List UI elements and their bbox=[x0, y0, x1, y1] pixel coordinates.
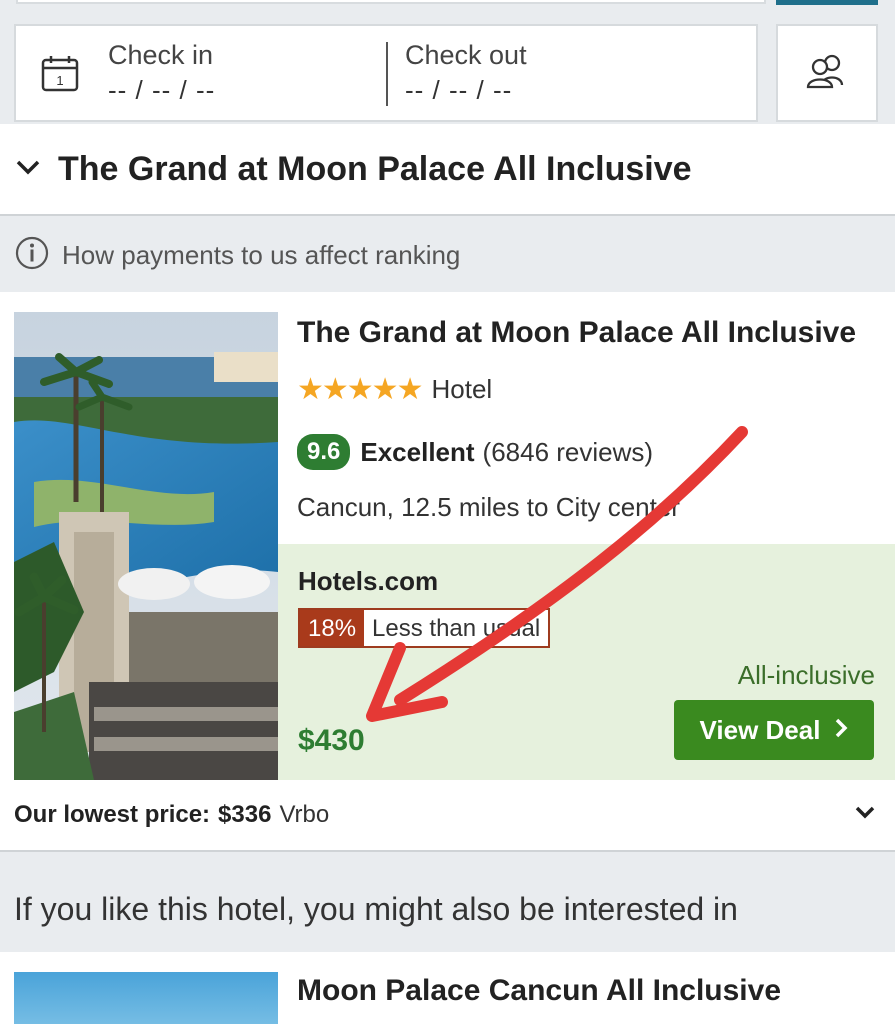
suggestions-heading: If you like this hotel, you might also b… bbox=[0, 866, 895, 952]
search-button-edge[interactable] bbox=[776, 0, 878, 5]
chevron-right-icon bbox=[834, 715, 848, 746]
discount-badge: 18% Less than usual bbox=[298, 608, 551, 648]
stars-icon: ★★★★★ bbox=[297, 373, 423, 406]
review-rating[interactable]: 9.6 Excellent (6846 reviews) bbox=[297, 434, 653, 470]
info-icon bbox=[14, 235, 50, 276]
star-rating: ★★★★★ Hotel bbox=[297, 372, 492, 407]
date-picker[interactable]: 1 Check in -- / -- / -- Check out -- / -… bbox=[14, 24, 758, 122]
suggested-hotel-name[interactable]: Moon Palace Cancun All Inclusive bbox=[297, 974, 781, 1008]
score-badge: 9.6 bbox=[297, 434, 351, 470]
suggestions-title: If you like this hotel, you might also b… bbox=[14, 890, 738, 927]
property-type: Hotel bbox=[431, 374, 493, 404]
calendar-icon: 1 bbox=[40, 54, 80, 99]
search-input-edge[interactable] bbox=[16, 0, 766, 4]
hotel-name[interactable]: The Grand at Moon Palace All Inclusive bbox=[297, 316, 856, 350]
hotel-photo[interactable] bbox=[14, 312, 278, 780]
svg-text:1: 1 bbox=[56, 73, 63, 88]
suggested-hotel-photo[interactable] bbox=[14, 972, 278, 1024]
ranking-disclosure[interactable]: How payments to us affect ranking bbox=[0, 218, 895, 292]
lowest-price-row[interactable]: Our lowest price: $336 Vrbo bbox=[0, 780, 895, 852]
section-title: The Grand at Moon Palace All Inclusive bbox=[58, 149, 692, 188]
chevron-down-icon[interactable] bbox=[853, 804, 877, 827]
check-in-value: -- / -- / -- bbox=[108, 75, 216, 105]
board-type: All-inclusive bbox=[737, 660, 875, 690]
check-out-label: Check out bbox=[405, 40, 527, 70]
deal-provider: Hotels.com bbox=[298, 566, 439, 596]
check-in-label: Check in bbox=[108, 40, 214, 70]
check-out-value: -- / -- / -- bbox=[405, 75, 513, 105]
check-in-field[interactable]: Check in -- / -- / -- bbox=[108, 26, 215, 120]
check-out-field[interactable]: Check out -- / -- / -- bbox=[405, 26, 527, 120]
date-divider bbox=[386, 42, 388, 106]
deal-panel[interactable]: Hotels.com 18% Less than usual All-inclu… bbox=[278, 544, 895, 780]
hotel-result-card[interactable]: The Grand at Moon Palace All Inclusive ★… bbox=[0, 292, 895, 852]
chevron-down-icon[interactable] bbox=[14, 157, 42, 182]
view-deal-label: View Deal bbox=[699, 714, 821, 745]
lowest-price-source: Vrbo bbox=[279, 801, 330, 828]
suggested-hotel-card[interactable]: Moon Palace Cancun All Inclusive bbox=[0, 952, 895, 1024]
score-word: Excellent bbox=[360, 436, 475, 467]
discount-percent: 18% bbox=[300, 610, 365, 646]
view-deal-button[interactable]: View Deal bbox=[674, 700, 874, 760]
deal-price: $430 bbox=[298, 724, 365, 757]
hotel-section-header[interactable]: The Grand at Moon Palace All Inclusive bbox=[0, 124, 895, 216]
lowest-price-value: $336 bbox=[218, 801, 272, 828]
lowest-price-label: Our lowest price: bbox=[14, 801, 211, 828]
guests-icon bbox=[802, 51, 852, 96]
search-bar-edge bbox=[0, 0, 895, 12]
ranking-link[interactable]: How payments to us affect ranking bbox=[62, 240, 460, 271]
guests-button[interactable] bbox=[776, 24, 878, 122]
discount-text: Less than usual bbox=[364, 610, 549, 646]
hotel-location: Cancun, 12.5 miles to City center bbox=[297, 492, 680, 522]
review-count: (6846 reviews) bbox=[482, 436, 654, 467]
